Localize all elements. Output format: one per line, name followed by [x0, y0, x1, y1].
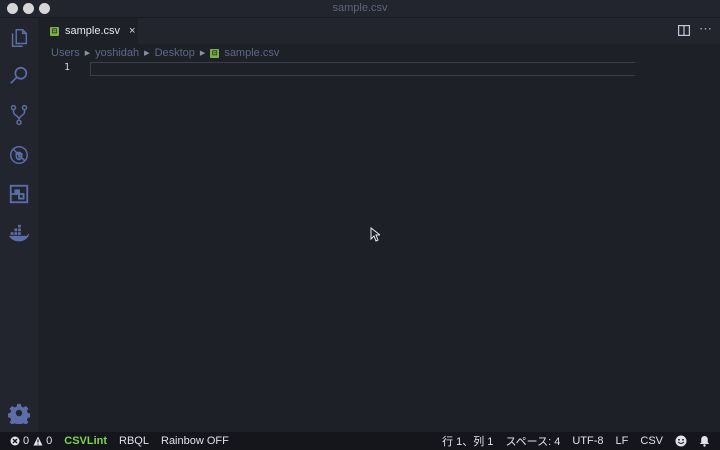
breadcrumb-desktop[interactable]: Desktop — [155, 47, 195, 59]
breadcrumb: Users ▶ yoshidah ▶ Desktop ▶ ⊟ sample.cs… — [51, 45, 279, 61]
encoding-setting[interactable]: UTF-8 — [572, 435, 603, 447]
notifications-button[interactable] — [699, 435, 710, 447]
more-icon[interactable]: ⋯ — [699, 21, 712, 37]
rainbow-toggle[interactable]: Rainbow OFF — [161, 435, 229, 447]
search-button[interactable] — [7, 64, 31, 88]
csvlint-button[interactable]: CSVLint — [64, 435, 107, 447]
breadcrumb-user[interactable]: yoshidah — [95, 47, 139, 59]
error-count: 0 — [23, 435, 30, 447]
smiley-icon — [675, 435, 687, 447]
error-icon — [10, 436, 20, 446]
feedback-button[interactable] — [675, 435, 687, 447]
chevron-right-icon: ▶ — [84, 50, 91, 57]
tab-close-button[interactable]: × — [129, 25, 135, 37]
debug-button[interactable] — [7, 143, 31, 167]
status-bar: 0 0 CSVLint RBQL Rainbow OFF 行 1、列 1 スペー… — [0, 432, 720, 450]
csv-file-icon: ⊟ — [50, 26, 59, 36]
source-control-icon — [10, 104, 28, 126]
files-icon — [11, 29, 28, 47]
source-control-button[interactable] — [7, 103, 31, 127]
chevron-right-icon: ▶ — [144, 50, 150, 57]
eol-setting[interactable]: LF — [616, 435, 629, 447]
current-line-highlight — [90, 62, 635, 76]
language-mode[interactable]: CSV — [640, 435, 663, 447]
search-icon — [10, 66, 28, 84]
settings-button[interactable] — [7, 401, 31, 425]
docker-icon — [8, 224, 30, 242]
debug-icon — [10, 146, 28, 164]
csv-file-icon: ⊟ — [210, 48, 220, 58]
warning-count: 0 — [46, 435, 53, 447]
gear-icon — [8, 403, 30, 424]
chevron-right-icon: ▶ — [199, 50, 206, 57]
window-title: sample.csv — [332, 2, 388, 14]
line-number: 1 — [64, 62, 71, 73]
problems-indicator[interactable]: 0 0 — [10, 435, 52, 447]
cursor-position[interactable]: 行 1、列 1 — [442, 433, 493, 449]
explorer-button[interactable] — [7, 26, 31, 50]
bell-icon — [699, 436, 710, 447]
mouse-pointer-icon — [370, 227, 380, 242]
activity-bar — [0, 18, 38, 432]
tab-sample-csv[interactable]: ⊟ sample.csv × — [38, 18, 138, 44]
split-editor-icon[interactable] — [678, 25, 690, 36]
rbql-button[interactable]: RBQL — [119, 435, 149, 447]
editor-area[interactable]: 1 — [38, 62, 720, 432]
extensions-icon — [9, 184, 29, 204]
title-bar: sample.csv — [0, 0, 720, 18]
breadcrumb-file[interactable]: sample.csv — [224, 47, 279, 59]
breadcrumb-users[interactable]: Users — [51, 47, 80, 59]
tab-bar: ⊟ sample.csv × ⋯ — [38, 18, 720, 44]
warning-icon — [33, 436, 43, 446]
extensions-button[interactable] — [7, 182, 31, 206]
docker-button[interactable] — [7, 222, 31, 246]
indentation-setting[interactable]: スペース: 4 — [505, 433, 560, 449]
tab-label: sample.csv — [65, 25, 121, 37]
